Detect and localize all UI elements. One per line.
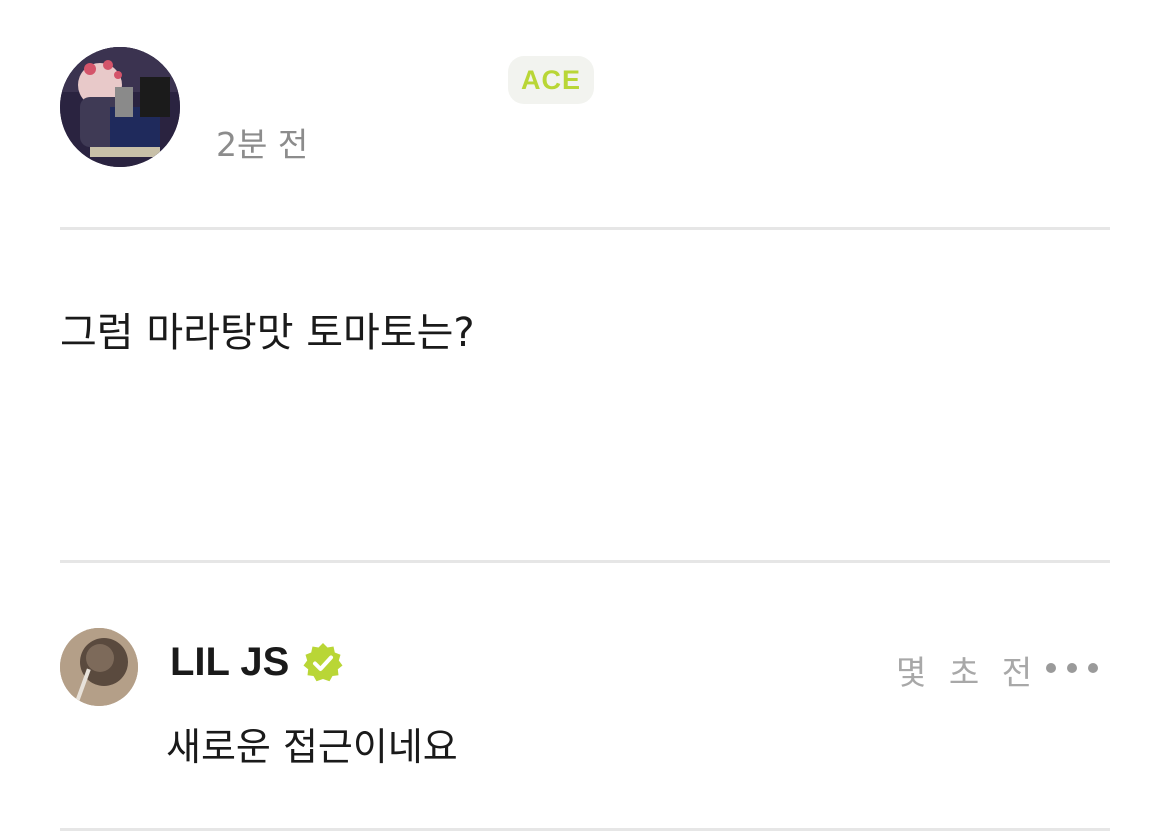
comment-author-name[interactable]: LIL JS (170, 640, 289, 685)
comment-timestamp: 몇 초 전 (896, 653, 1039, 692)
ace-badge: ACE (508, 56, 594, 104)
dot (1088, 663, 1098, 673)
post-content: 그럼 마라탕맛 토마토는? (60, 310, 475, 356)
avatar-image (60, 47, 180, 167)
dot (1046, 663, 1056, 673)
divider (60, 560, 1110, 563)
post-author-avatar[interactable] (60, 47, 180, 167)
dot (1067, 663, 1077, 673)
comment-author-avatar[interactable] (60, 628, 138, 706)
verified-check-icon (303, 642, 343, 681)
divider (60, 227, 1110, 230)
avatar-image (60, 628, 138, 706)
more-options-icon[interactable] (1046, 650, 1098, 686)
comment-author[interactable]: LIL JS (170, 640, 345, 685)
post-timestamp: 2분 전 (216, 125, 309, 164)
comment-content: 새로운 접근이네요 (166, 725, 458, 769)
